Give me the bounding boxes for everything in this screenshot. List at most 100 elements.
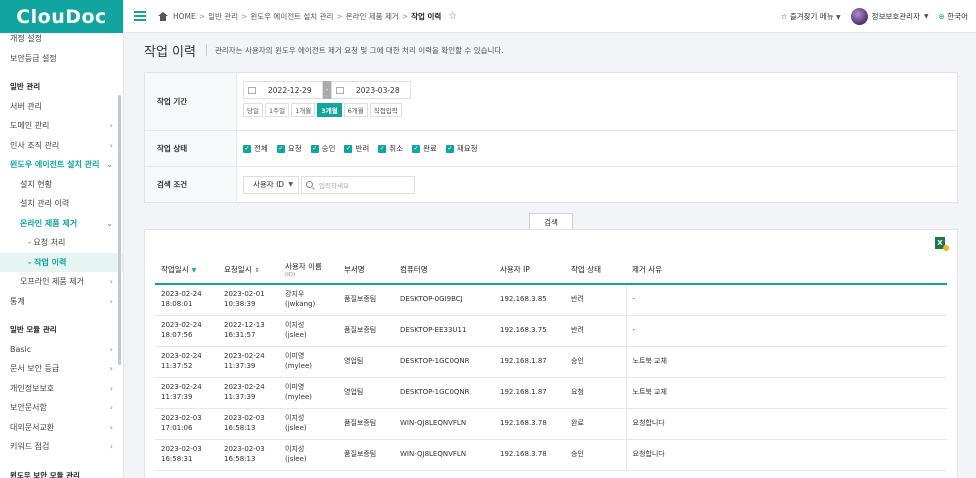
sidebar-scrollbar[interactable] <box>118 95 121 365</box>
sidebar-item[interactable]: - 요청 처리 <box>0 233 123 253</box>
sidebar-item[interactable]: 키워드 점검 › <box>0 437 123 457</box>
sidebar-item[interactable]: - 작업 이력 <box>0 252 123 272</box>
cell-text: 2023-02-01 <box>224 290 265 299</box>
sidebar-item-label: 인사 조직 관리 <box>10 140 60 150</box>
breadcrumb-online-remove[interactable]: 온라인 제품 제거 <box>346 11 399 22</box>
star-icon[interactable]: ☆ <box>448 11 457 22</box>
column-header-sub: (ID) <box>285 271 296 278</box>
cell-work-datetime: 2023-02-24 18:07:56 <box>155 315 218 347</box>
table-row[interactable]: 2023-02-03 16:58:31 2023-02-03 16:58:13 이지성(… <box>155 439 947 471</box>
checkbox-checked-icon[interactable]: ✓ <box>412 144 421 153</box>
condition-select[interactable]: 사용자 ID ▼ <box>243 175 299 194</box>
sidebar-item[interactable]: 설치 관리 이력 <box>0 194 123 214</box>
sidebar-item[interactable]: 서버 관리 <box>0 97 123 117</box>
cell-user-ip: 192.168.1.87 <box>494 346 565 378</box>
user-menu[interactable]: 정보보호관리자 ▼ <box>850 7 929 25</box>
checkbox-checked-icon[interactable]: ✓ <box>445 144 454 153</box>
sort-icon[interactable]: ⇕ <box>255 267 260 274</box>
breadcrumb-current: 작업 이력 <box>411 11 442 21</box>
period-button[interactable]: 1개월 <box>291 103 316 117</box>
breadcrumb-agent[interactable]: 윈도우 에이전트 설치 관리 <box>250 11 333 22</box>
cell-text: 192.168.3.85 <box>500 295 547 304</box>
status-checkbox[interactable]: ✓ 승인 <box>310 143 335 154</box>
sidebar-item[interactable]: 도메인 관리 › <box>0 116 123 136</box>
hamburger-menu-icon[interactable] <box>134 11 146 21</box>
cell-text: 16:58:13 <box>224 454 256 463</box>
table-row[interactable]: 2023-02-03 17:01:06 2023-02-03 16:58:13 이지성(… <box>155 408 947 440</box>
period-button[interactable]: 직접입력 <box>369 103 402 117</box>
cell-text: 11:37:52 <box>161 361 193 370</box>
sidebar-item-label: 도메인 관리 <box>10 121 50 131</box>
sidebar-item[interactable]: 개인정보보호 › <box>0 379 123 399</box>
favorites-menu[interactable]: ☆ 즐겨찾기 메뉴 ▼ <box>781 11 841 22</box>
sidebar-item-label: 개정 설정 <box>10 34 42 44</box>
checkbox-checked-icon[interactable]: ✓ <box>276 144 285 153</box>
condition-select-value: 사용자 ID <box>253 180 285 189</box>
sidebar-item[interactable]: 보안문서함 › <box>0 398 123 418</box>
sidebar-item[interactable]: 보안등급 설정 <box>0 49 123 69</box>
cell-work-datetime: 2023-02-03 16:58:31 <box>155 439 218 471</box>
status-checkbox[interactable]: ✓ 요청 <box>276 143 302 154</box>
sidebar-item[interactable]: 인사 조직 관리 › <box>0 136 123 156</box>
cell-text: 16:31:57 <box>224 330 256 339</box>
table-row[interactable]: 2023-02-24 11:37:39 2023-02-24 11:37:39 이미영(… <box>155 377 947 409</box>
period-button[interactable]: 1주일 <box>264 103 290 117</box>
sidebar-item[interactable]: 윈도우 에이전트 설치 관리 ⌄ <box>0 155 123 175</box>
checkbox-checked-icon[interactable]: ✓ <box>344 144 353 153</box>
excel-download-icon[interactable]: X <box>935 237 949 251</box>
search-input[interactable]: 입력하세요 <box>301 175 415 194</box>
status-checkbox[interactable]: ✓ 전체 <box>243 143 268 154</box>
column-header[interactable]: 작업일시 ▼ <box>155 255 218 285</box>
table-row[interactable]: 2023-02-24 18:07:56 2022-12-13 16:31:57 이지성(… <box>155 315 947 347</box>
status-checkbox[interactable]: ✓ 취소 <box>378 143 403 154</box>
cell-computer-name: DESKTOP-1GC0QNR <box>394 377 494 409</box>
cell-text: 이미영 <box>285 383 305 392</box>
date-from-input[interactable]: 2022-12-29 <box>243 81 323 99</box>
column-header-label: 컴퓨터명 <box>400 264 428 274</box>
table-row[interactable]: 2023-02-24 18:08:01 2023-02-01 10:38:39 강지우(… <box>155 284 947 316</box>
checkbox-checked-icon[interactable]: ✓ <box>243 144 251 153</box>
search-icon <box>306 181 313 188</box>
breadcrumb-general[interactable]: 일반 관리 <box>208 11 238 22</box>
cell-text: 10:38:39 <box>224 299 256 308</box>
column-header[interactable]: 요청일시 ⇕ <box>218 255 279 285</box>
sidebar-item[interactable]: 오프라인 제품 제거 › <box>0 272 123 292</box>
status-checkbox[interactable]: ✓ 재요청 <box>445 143 478 154</box>
breadcrumb-home[interactable]: HOME <box>173 12 196 21</box>
cell-department: 영업팀 <box>338 377 394 409</box>
cell-work-status: 반려 <box>565 315 626 347</box>
cell-text: WIN-QJ8LEQNVFLN <box>400 449 467 458</box>
sidebar: ClouDoc 개정 설정 보안등급 설정 일반 관리 서버 관리 도메인 관리 › 인사 … <box>0 0 124 478</box>
status-checkbox-label: 반려 <box>355 144 370 153</box>
cell-text: 요청합니다 <box>632 449 665 458</box>
sidebar-item[interactable]: 개정 설정 <box>0 29 123 49</box>
cell-work-status: 승인 <box>565 439 626 471</box>
cell-text: 16:58:13 <box>224 423 256 432</box>
checkbox-checked-icon[interactable]: ✓ <box>378 144 387 153</box>
sidebar-item[interactable]: 온라인 제품 제거 ⌄ <box>0 214 123 234</box>
sidebar-item[interactable]: Basic › <box>0 340 123 360</box>
status-checkbox[interactable]: ✓ 반려 <box>344 143 369 154</box>
sidebar-item[interactable]: 문서 보안 등급 › <box>0 359 123 379</box>
home-icon[interactable] <box>158 11 168 21</box>
sidebar-item[interactable]: 설치 현황 <box>0 175 123 195</box>
cell-remove-reason: - <box>625 315 947 347</box>
period-button[interactable]: 당일 <box>243 103 263 117</box>
sort-desc-icon[interactable]: ▼ <box>192 267 197 274</box>
period-button[interactable]: 6개월 <box>343 103 368 117</box>
cell-text: DESKTOP-1GC0QNR <box>400 387 470 396</box>
table-row[interactable]: 2023-02-24 11:37:52 2023-02-24 11:37:39 이미영(… <box>155 346 947 378</box>
checkbox-checked-icon[interactable]: ✓ <box>310 144 319 153</box>
period-button[interactable]: 3개월 <box>317 103 342 117</box>
sidebar-item[interactable]: 대외문서교환 › <box>0 418 123 438</box>
sidebar-item[interactable]: 통계 › <box>0 292 123 312</box>
language-menu[interactable]: ⊕ 한국어 <box>939 11 968 22</box>
chevron-right-icon: › <box>109 277 113 287</box>
column-header: 제거 사유 <box>626 255 947 285</box>
cell-text: 영업팀 <box>344 387 364 396</box>
cell-user-ip: 192.168.3.78 <box>494 439 565 471</box>
sidebar-item: 일반 모듈 관리 <box>0 320 123 340</box>
column-header-label: 작업 상태 <box>571 264 601 274</box>
status-checkbox[interactable]: ✓ 완료 <box>412 143 437 154</box>
date-to-input[interactable]: 2023-03-28 <box>331 81 411 99</box>
